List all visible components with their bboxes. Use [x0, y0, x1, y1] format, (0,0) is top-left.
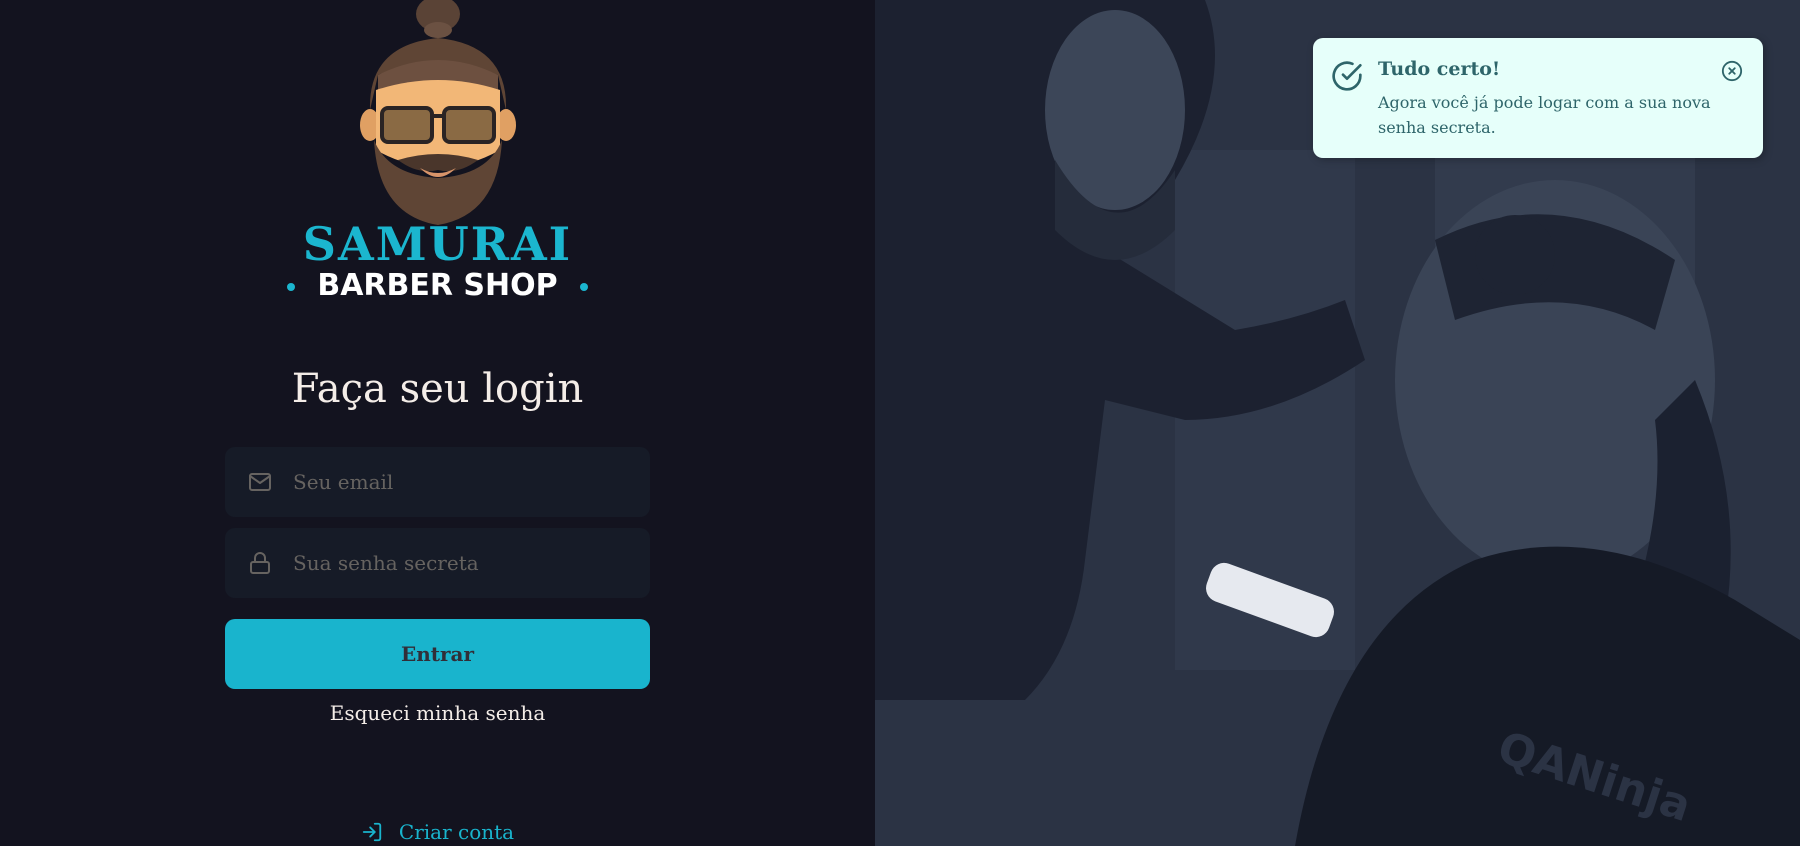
barber-face-logo	[359, 0, 516, 225]
lock-icon	[247, 550, 273, 576]
brand-name: SAMURAI	[302, 217, 573, 271]
submit-button[interactable]: Entrar	[225, 619, 650, 689]
page-title: Faça seu login	[291, 366, 584, 412]
mail-icon	[247, 469, 273, 495]
toast-description: Agora você já pode logar com a sua nova …	[1378, 93, 1711, 137]
password-field[interactable]	[225, 528, 650, 598]
brand-subtitle: BARBER SHOP	[0, 268, 875, 303]
login-panel: SAMURAI BARBER SHOP Faça seu login Entra…	[0, 0, 875, 846]
create-account-link[interactable]: Criar conta	[0, 820, 875, 844]
toast-title: Tudo certo!	[1378, 58, 1501, 80]
dot-decoration	[287, 282, 296, 291]
check-circle-icon	[1331, 60, 1363, 96]
forgot-password-link[interactable]: Esqueci minha senha	[0, 701, 875, 725]
create-account-label: Criar conta	[398, 820, 515, 844]
brand-subtitle-text: BARBER SHOP	[317, 268, 558, 303]
login-page: SAMURAI BARBER SHOP Faça seu login Entra…	[0, 0, 1800, 846]
email-input[interactable]	[291, 469, 635, 495]
log-in-icon	[361, 821, 383, 843]
close-circle-icon[interactable]	[1721, 60, 1743, 86]
dot-decoration	[579, 282, 588, 291]
password-input[interactable]	[291, 550, 635, 576]
email-field[interactable]	[225, 447, 650, 517]
success-toast: Tudo certo! Agora você já pode logar com…	[1313, 38, 1763, 158]
